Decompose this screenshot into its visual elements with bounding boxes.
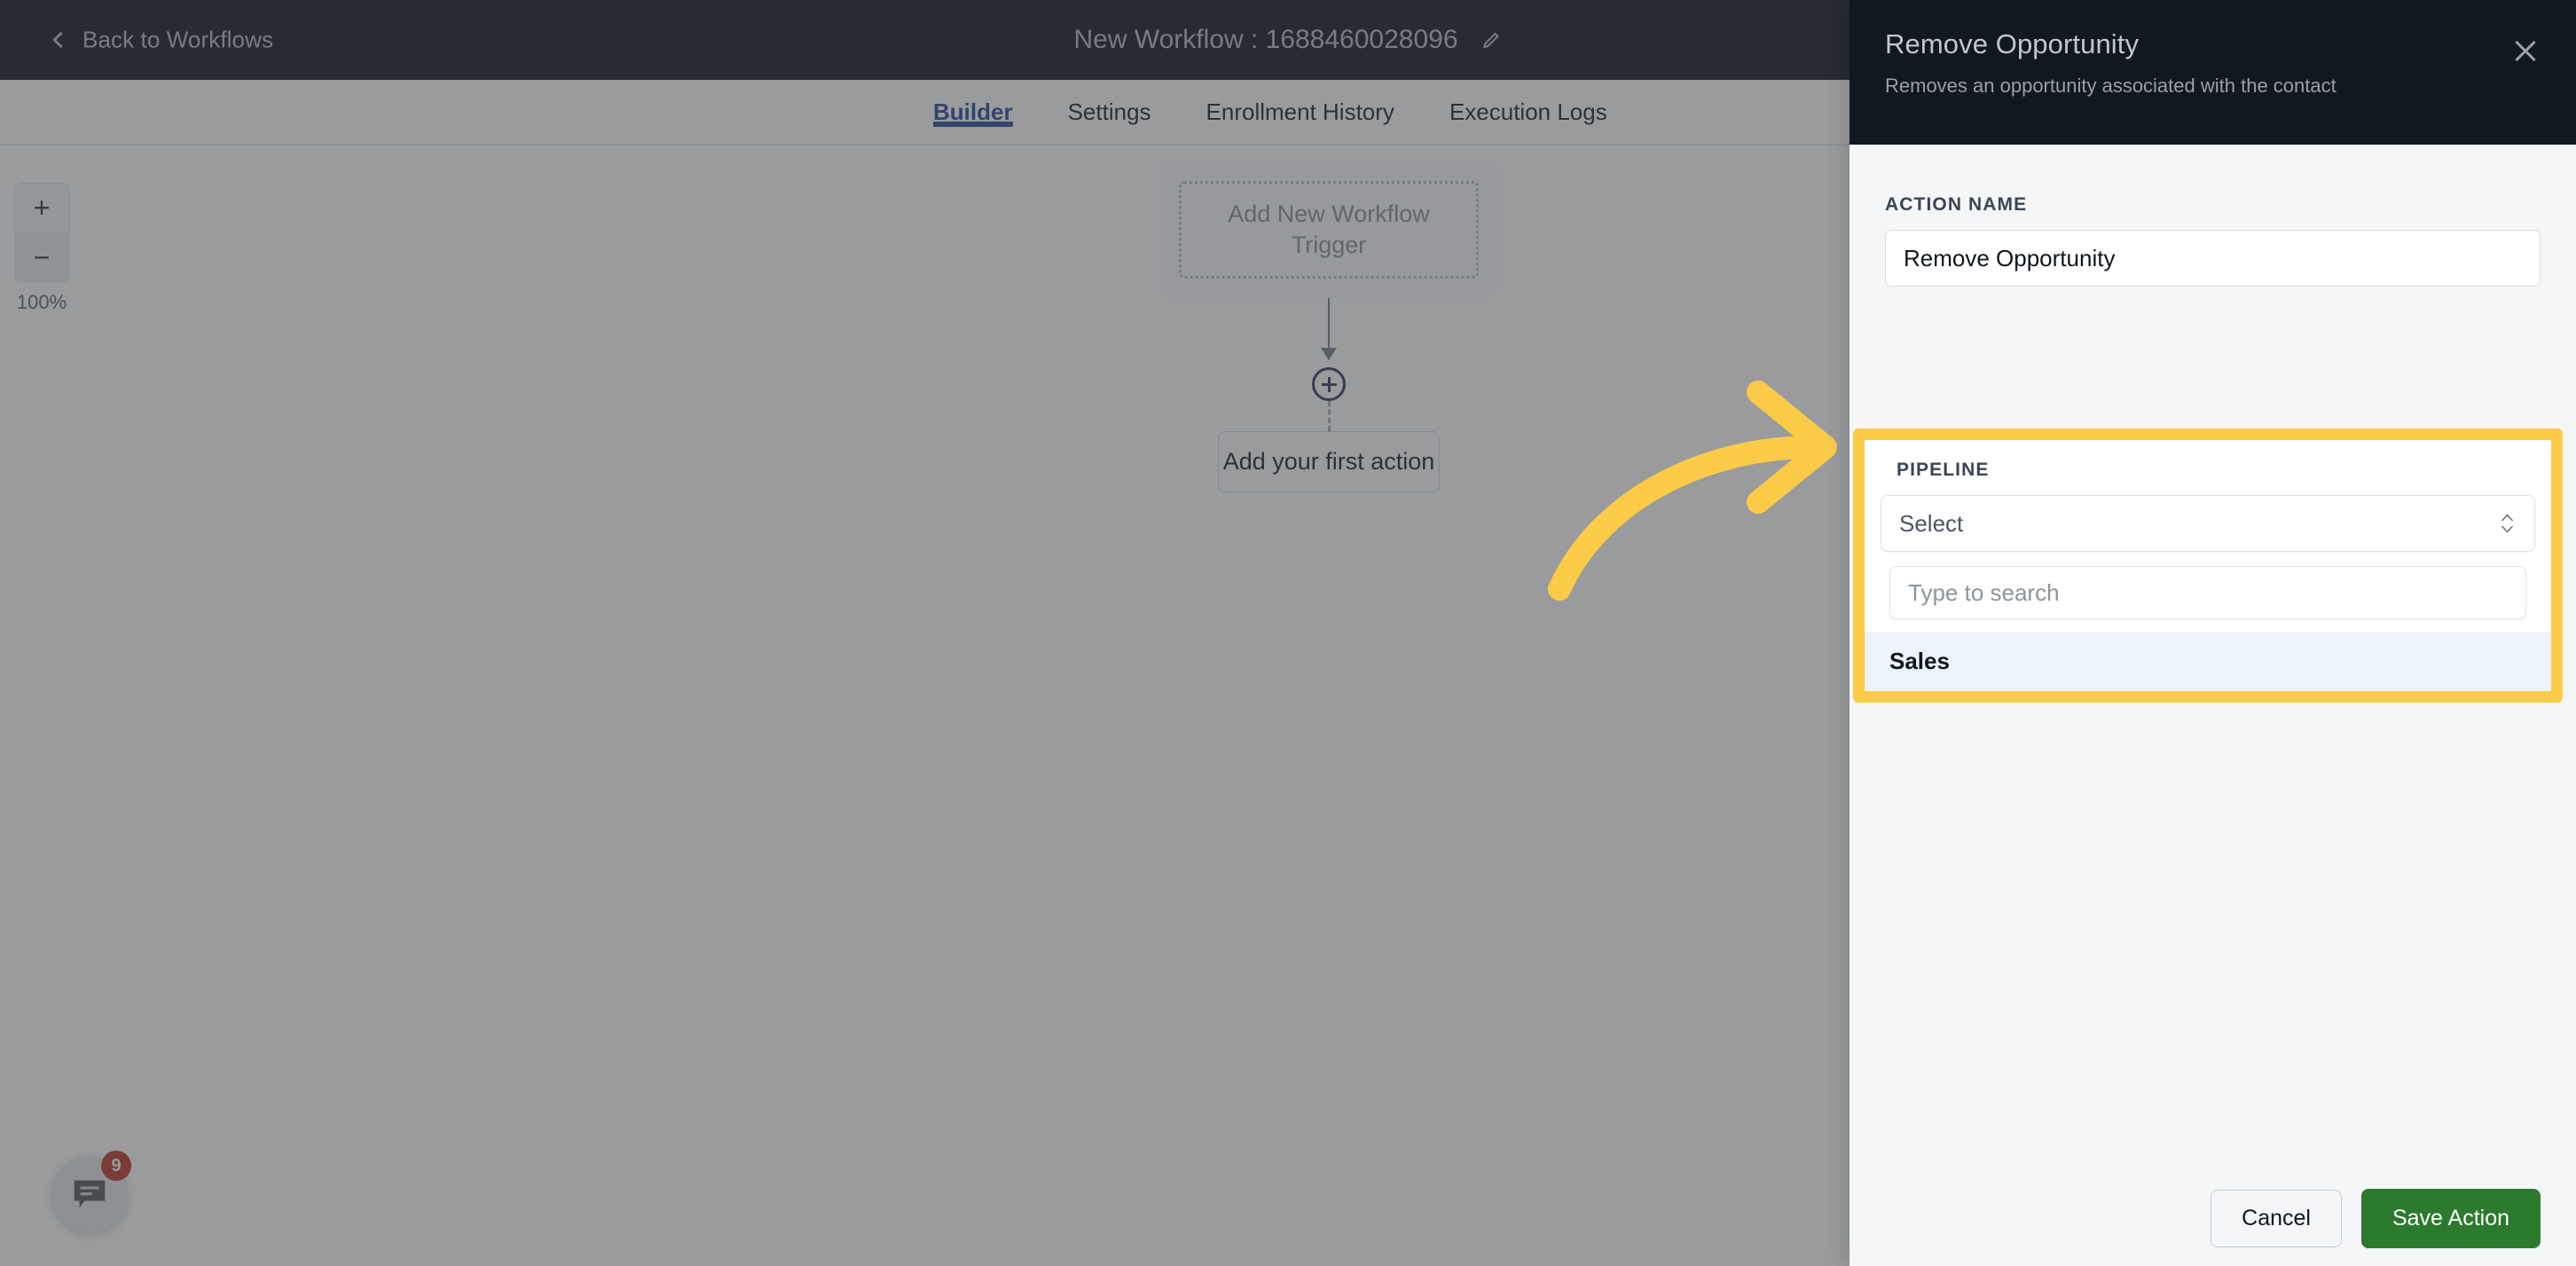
panel-footer: Cancel Save Action — [1850, 1170, 2576, 1266]
tab-settings-label: Settings — [1067, 98, 1151, 125]
add-workflow-trigger-card[interactable]: Add New Workflow Trigger — [1159, 161, 1498, 298]
add-your-first-action-label: Add your first action — [1222, 448, 1435, 475]
back-to-workflows-label: Back to Workflows — [82, 26, 274, 53]
tab-execution-logs-label: Execution Logs — [1449, 98, 1607, 125]
pipeline-label: PIPELINE — [1897, 460, 1990, 480]
zoom-out-button[interactable]: − — [14, 232, 69, 282]
close-icon[interactable] — [2510, 35, 2541, 66]
action-name-label: ACTION NAME — [1885, 194, 2028, 215]
pipeline-search-input[interactable] — [1889, 566, 2526, 619]
pencil-icon[interactable] — [1481, 29, 1503, 51]
panel-header: Remove Opportunity Removes an opportunit… — [1850, 0, 2576, 145]
workflow-title-group: New Workflow : 1688460028096 — [1073, 25, 1502, 55]
zoom-level-label: 100% — [16, 291, 67, 313]
panel-subtitle: Removes an opportunity associated with t… — [1885, 75, 2336, 97]
pipeline-select[interactable]: Select — [1881, 495, 2535, 552]
add-workflow-trigger-label: Add New Workflow Trigger — [1228, 200, 1430, 258]
tab-enrollment-history[interactable]: Enrollment History — [1206, 80, 1394, 126]
chevron-up-down-icon — [2501, 514, 2513, 533]
connector-arrowhead — [1321, 348, 1337, 360]
tab-settings[interactable]: Settings — [1068, 80, 1151, 126]
zoom-out-label: − — [33, 240, 51, 273]
cancel-button[interactable]: Cancel — [2211, 1189, 2342, 1247]
add-workflow-trigger-dropzone[interactable]: Add New Workflow Trigger — [1179, 181, 1479, 279]
pipeline-dropdown: Sales — [1865, 559, 2551, 691]
action-config-panel: Remove Opportunity Removes an opportunit… — [1850, 0, 2576, 1266]
pipeline-highlight-region: PIPELINE Select Sales — [1853, 429, 2563, 703]
tab-builder-label: Builder — [933, 98, 1013, 125]
plus-circle-icon[interactable] — [1312, 367, 1346, 401]
chat-unread-badge: 9 — [101, 1151, 131, 1181]
action-name-field-group: ACTION NAME — [1885, 145, 2541, 287]
back-to-workflows-link[interactable]: Back to Workflows — [52, 26, 274, 54]
zoom-in-label: + — [33, 192, 51, 224]
tab-enrollment-history-label: Enrollment History — [1206, 98, 1394, 125]
workflow-title: New Workflow : 1688460028096 — [1073, 25, 1458, 54]
tab-list: Builder Settings Enrollment History Exec… — [933, 80, 1607, 145]
pipeline-select-value: Select — [1899, 509, 1964, 537]
action-name-input[interactable] — [1885, 230, 2541, 287]
save-action-button[interactable]: Save Action — [2360, 1188, 2541, 1248]
tab-builder[interactable]: Builder — [933, 80, 1013, 127]
app-root: Back to Workflows New Workflow : 1688460… — [0, 0, 2576, 1266]
panel-body: ACTION NAME PIPELINE Select — [1850, 145, 2576, 1266]
pipeline-option-label: Sales — [1889, 648, 1950, 674]
add-your-first-action-button[interactable]: Add your first action — [1218, 431, 1440, 492]
tab-execution-logs[interactable]: Execution Logs — [1449, 80, 1607, 126]
trigger-connector — [1143, 298, 1515, 367]
chat-bubble-icon — [74, 1180, 106, 1208]
pipeline-search-wrap — [1881, 559, 2535, 632]
pipeline-option-sales[interactable]: Sales — [1865, 632, 2551, 691]
dashed-connector — [1327, 401, 1331, 431]
zoom-controls: + − 100% — [14, 183, 69, 314]
chevron-left-icon — [52, 31, 69, 49]
panel-title: Remove Opportunity — [1885, 28, 2140, 59]
zoom-in-button[interactable]: + — [14, 183, 69, 232]
chat-widget-button[interactable]: 9 — [51, 1151, 131, 1232]
workflow-flow: Add New Workflow Trigger Add your first … — [1143, 161, 1515, 492]
